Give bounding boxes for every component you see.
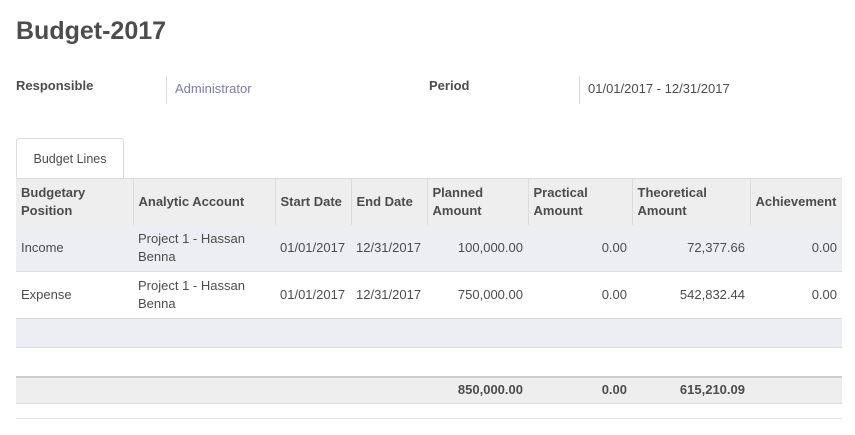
empty-row (16, 318, 842, 348)
period-value: 01/01/2017 - 12/31/2017 (588, 81, 730, 96)
page-title: Budget-2017 (16, 17, 167, 45)
responsible-link[interactable]: Administrator (175, 81, 252, 96)
cell-theoretical-amount: 542,832.44 (632, 271, 750, 319)
table-row[interactable]: Income Project 1 - Hassan Benna 01/01/20… (16, 224, 842, 272)
responsible-label: Responsible (16, 78, 94, 93)
period-label: Period (429, 78, 470, 93)
budget-lines-table: Budgetary Position Analytic Account Star… (16, 178, 842, 404)
empty-row (16, 347, 842, 377)
cell-end-date: 12/31/2017 (351, 271, 427, 319)
column-header-theoretical-amount[interactable]: Theoretical Amount (632, 178, 751, 225)
cell-planned-amount: 750,000.00 (427, 271, 528, 319)
column-header-analytic-account[interactable]: Analytic Account (133, 178, 276, 225)
field-divider (166, 76, 167, 104)
cell-end-date: 12/31/2017 (351, 224, 427, 272)
cell-analytic-account: Project 1 - Hassan Benna (133, 224, 275, 272)
cell-achievement: 0.00 (750, 224, 842, 272)
budget-form: Budget-2017 Responsible Administrator Pe… (0, 0, 855, 435)
total-practical-amount: 0.00 (528, 375, 632, 404)
cell-practical-amount: 0.00 (528, 271, 632, 319)
total-planned-amount: 850,000.00 (427, 375, 528, 404)
cell-start-date: 01/01/2017 (275, 271, 351, 319)
total-theoretical-amount: 615,210.09 (632, 375, 750, 404)
tab-budget-lines[interactable]: Budget Lines (16, 138, 124, 178)
totals-row: 850,000.00 0.00 615,210.09 (16, 375, 842, 404)
column-header-start-date[interactable]: Start Date (275, 178, 352, 225)
table-header-row: Budgetary Position Analytic Account Star… (16, 178, 842, 225)
cell-analytic-account: Project 1 - Hassan Benna (133, 271, 275, 319)
cell-budgetary-position: Income (16, 224, 133, 272)
cell-start-date: 01/01/2017 (275, 224, 351, 272)
column-header-end-date[interactable]: End Date (351, 178, 428, 225)
table-row[interactable]: Expense Project 1 - Hassan Benna 01/01/2… (16, 271, 842, 319)
column-header-budgetary-position[interactable]: Budgetary Position (16, 178, 134, 225)
divider (16, 418, 842, 419)
cell-practical-amount: 0.00 (528, 224, 632, 272)
column-header-planned-amount[interactable]: Planned Amount (427, 178, 529, 225)
cell-achievement: 0.00 (750, 271, 842, 319)
cell-theoretical-amount: 72,377.66 (632, 224, 750, 272)
column-header-practical-amount[interactable]: Practical Amount (528, 178, 633, 225)
column-header-achievement[interactable]: Achievement (750, 178, 842, 225)
cell-planned-amount: 100,000.00 (427, 224, 528, 272)
cell-budgetary-position: Expense (16, 271, 133, 319)
field-divider (579, 76, 580, 104)
